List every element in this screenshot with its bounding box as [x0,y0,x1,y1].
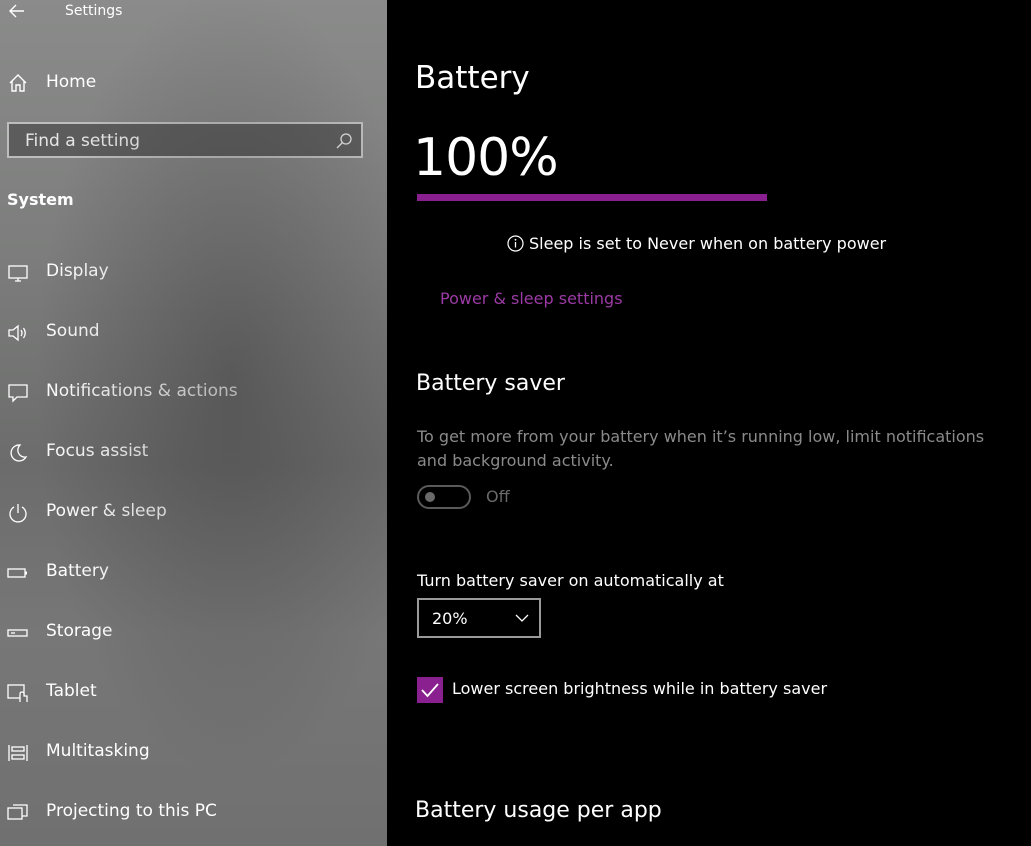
app-title: Settings [65,3,123,19]
sidebar-item-multitasking[interactable]: Multitasking [0,733,387,773]
battery-level-bar [417,194,767,201]
battery-icon [7,568,27,578]
sidebar-item-focus-assist[interactable]: Focus assist [0,433,387,473]
lower-brightness-label: Lower screen brightness while in battery… [452,679,828,698]
auto-on-threshold-dropdown[interactable]: 20% [417,598,541,638]
sidebar-item-sound[interactable]: Sound [0,313,387,353]
projecting-icon [7,804,28,820]
back-arrow-icon [9,4,24,18]
checkmark-icon [421,683,439,698]
sidebar-item-label: Multitasking [46,741,150,761]
sidebar-item-label: Home [46,72,97,92]
speaker-icon [8,324,26,342]
battery-level-fill [417,194,767,201]
sidebar-item-label: Tablet [46,681,97,701]
dropdown-value: 20% [432,609,468,628]
storage-icon [7,629,28,637]
sleep-info-text: Sleep is set to Never when on battery po… [529,234,887,253]
sidebar-item-label: Projecting to this PC [46,801,217,821]
battery-usage-heading: Battery usage per app [415,798,662,823]
lower-brightness-checkbox[interactable] [417,677,443,703]
battery-saver-toggle[interactable] [417,485,471,509]
title-bar: Settings [0,0,387,26]
home-icon [9,74,27,92]
sidebar-item-home[interactable]: Home [0,66,387,100]
sidebar-item-label: Display [46,261,109,281]
sidebar-item-notifications[interactable]: Notifications & actions [0,373,387,413]
back-button[interactable] [6,0,28,24]
sidebar-item-label: Sound [46,321,100,341]
notification-icon [8,384,28,403]
sidebar-item-label: Power & sleep [46,501,167,521]
auto-on-label: Turn battery saver on automatically at [417,571,724,590]
battery-saver-description: To get more from your battery when it’s … [417,427,985,470]
toggle-knob [425,492,435,502]
search-input[interactable] [23,124,327,158]
page-title: Battery [415,60,530,96]
section-heading: System [7,190,74,209]
multitasking-icon [8,745,28,761]
info-icon [507,235,524,252]
sidebar-item-label: Notifications & actions [46,381,238,401]
sidebar-item-storage[interactable]: Storage [0,613,387,653]
search-box[interactable] [7,122,363,158]
sidebar: Settings Home System Display Sound [0,0,387,846]
main-content: Battery 100% Sleep is set to Never when … [387,0,1031,846]
tablet-icon [7,684,28,702]
sidebar-item-tablet[interactable]: Tablet [0,673,387,713]
sidebar-item-display[interactable]: Display [0,253,387,293]
chevron-down-icon [515,614,529,622]
power-icon [9,504,27,523]
sidebar-item-label: Storage [46,621,113,641]
sidebar-item-battery[interactable]: Battery [0,553,387,593]
moon-icon [10,444,28,462]
battery-percent: 100% [413,128,559,188]
sidebar-item-power-sleep[interactable]: Power & sleep [0,493,387,533]
power-sleep-settings-link[interactable]: Power & sleep settings [440,289,623,308]
sidebar-item-label: Focus assist [46,441,149,461]
battery-saver-heading: Battery saver [416,371,565,396]
sidebar-item-projecting[interactable]: Projecting to this PC [0,793,387,833]
search-icon[interactable] [335,132,353,150]
monitor-icon [8,265,28,282]
sidebar-item-label: Battery [46,561,109,581]
toggle-state-label: Off [486,487,510,506]
